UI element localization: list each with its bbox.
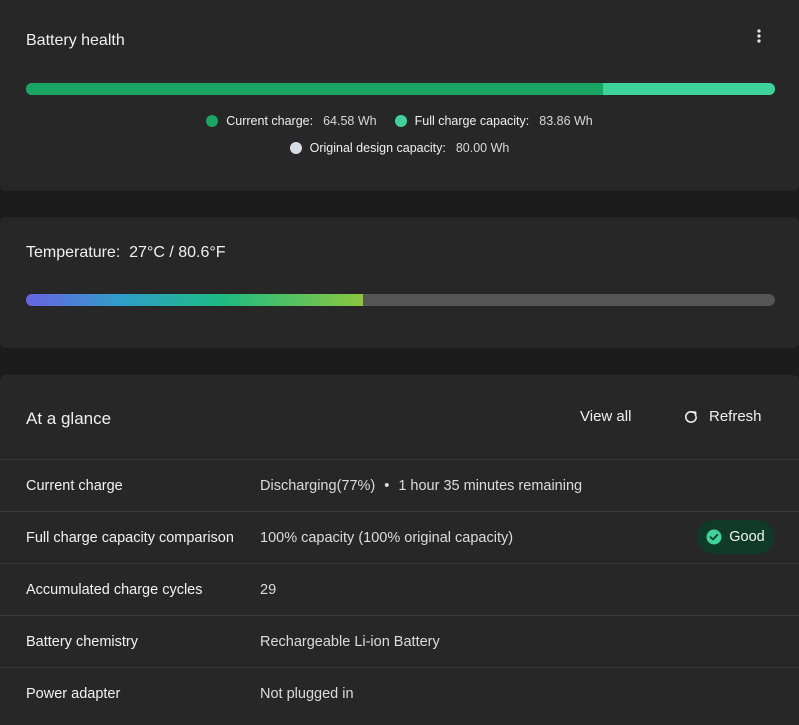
row-label: Accumulated charge cycles	[26, 581, 203, 598]
temperature-label: Temperature:	[26, 244, 121, 261]
temperature-bar	[26, 294, 775, 306]
discharging-status: Discharging(77%)	[260, 477, 376, 494]
legend-current-charge: Current charge: 64.58 Wh	[206, 114, 377, 128]
temperature-title: Temperature: 27°C / 80.6°F	[26, 244, 226, 262]
row-label: Current charge	[26, 477, 123, 494]
legend-original-design-capacity: Original design capacity: 80.00 Wh	[289, 141, 510, 155]
refresh-label: Refresh	[709, 408, 762, 425]
battery-health-title: Battery health	[26, 32, 125, 49]
check-circle-icon	[706, 529, 722, 545]
more-options-button[interactable]	[747, 24, 771, 48]
legend-value: 83.86 Wh	[539, 114, 593, 128]
time-remaining: 1 hour 35 minutes remaining	[398, 477, 583, 494]
view-all-button[interactable]: View all	[580, 408, 631, 425]
row-label: Full charge capacity comparison	[26, 529, 234, 546]
table-row: Accumulated charge cycles 29	[0, 563, 799, 615]
row-value: Not plugged in	[260, 685, 354, 702]
table-row: Full charge capacity comparison 100% cap…	[0, 511, 799, 563]
legend-row: Original design capacity: 80.00 Wh	[0, 141, 799, 155]
current-charge-segment	[26, 83, 603, 95]
legend-label: Full charge capacity:	[414, 114, 530, 128]
at-a-glance-card: At a glance View all Refresh Current cha…	[0, 375, 799, 725]
details-table: Current charge Discharging(77%) • 1 hour 3…	[0, 459, 799, 719]
legend-label: Original design capacity:	[309, 141, 446, 155]
temperature-value: 27°C / 80.6°F	[129, 244, 226, 261]
separator-bullet: •	[384, 477, 390, 494]
legend-row: Current charge: 64.58 Wh Full charge cap…	[0, 114, 799, 128]
temperature-bar-fill	[26, 294, 364, 306]
table-row: Power adapter Not plugged in	[0, 667, 799, 719]
refresh-button[interactable]: Refresh	[683, 408, 762, 425]
row-value: 29	[260, 581, 277, 598]
legend-label: Current charge:	[226, 114, 314, 128]
legend-value: 80.00 Wh	[455, 141, 510, 155]
status-badge: Good	[697, 520, 774, 554]
row-value: Rechargeable Li-ion Battery	[260, 633, 440, 650]
row-label: Power adapter	[26, 685, 121, 702]
table-row: Battery chemistry Rechargeable Li-ion Ba…	[0, 615, 799, 667]
row-value: Discharging(77%) • 1 hour 35 minutes remai…	[260, 478, 582, 494]
table-row: Current charge Discharging(77%) • 1 hour 3…	[0, 459, 799, 511]
at-a-glance-title: At a glance	[26, 409, 112, 428]
full-charge-dot	[394, 115, 407, 127]
legend-full-charge-capacity: Full charge capacity: 83.86 Wh	[394, 114, 593, 128]
original-capacity-dot	[289, 142, 302, 154]
refresh-icon	[685, 410, 697, 423]
status-badge-label: Good	[729, 529, 765, 545]
legend-value: 64.58 Wh	[323, 114, 377, 128]
battery-health-card: Battery health Current charge: 64.58 Wh …	[0, 0, 799, 191]
row-label: Battery chemistry	[26, 633, 138, 650]
current-charge-dot	[206, 115, 219, 127]
temperature-card: Temperature: 27°C / 80.6°F	[0, 217, 799, 348]
full-charge-segment	[602, 83, 775, 95]
battery-health-bar	[26, 83, 775, 95]
row-value: 100% capacity (100% original capacity)	[260, 529, 514, 546]
more-vertical-icon	[757, 29, 761, 43]
